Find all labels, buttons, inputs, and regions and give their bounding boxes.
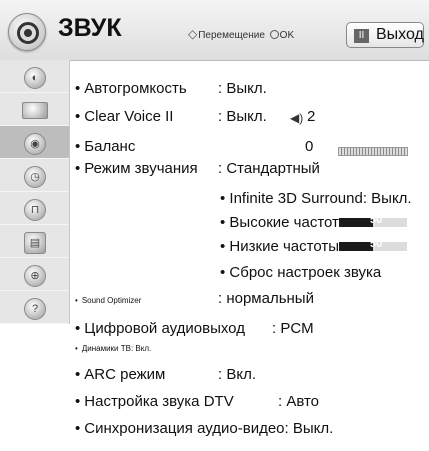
menu-item-dtv-sound[interactable]: • Настройка звука DTV (75, 393, 234, 410)
options-icon: ▤ (24, 232, 46, 254)
clear-voice-label: Clear Voice II (84, 108, 174, 125)
sidebar-item-help[interactable]: ? (0, 291, 69, 324)
sound-mode-label: Режим звучания (84, 160, 198, 177)
sidebar-item-network[interactable]: ⊕ (0, 258, 69, 291)
menu-item-balance[interactable]: • Баланс (75, 138, 135, 155)
clear-voice-level: 2 (307, 108, 316, 125)
auto-volume-label: Автогромкость (84, 80, 187, 97)
submenu-reset[interactable]: • Сброс настроек звука (220, 264, 381, 281)
menu-item-sound-mode[interactable]: • Режим звучания (75, 160, 198, 177)
exit-button[interactable]: II Выход (346, 22, 424, 48)
arrows-icon: ◇ (188, 27, 198, 41)
treble-bar-fill (339, 218, 373, 227)
screen-icon (22, 102, 48, 119)
tv-speakers-label: Динамики ТВ: Вкл. (81, 344, 152, 353)
sound-mode-value: : Стандартный (218, 160, 320, 177)
sidebar-item-lock[interactable]: ⊓ (0, 192, 69, 225)
sound-optimizer-value: : нормальный (218, 290, 314, 307)
menu-item-sound-optimizer[interactable]: • Sound Optimizer (75, 296, 141, 305)
sidebar-item-sound[interactable]: ◉ (0, 126, 69, 159)
ok-icon (269, 30, 279, 39)
sidebar-item-options[interactable]: ▤ (0, 225, 69, 258)
exit-label: Выход (376, 26, 424, 43)
digital-out-label: Цифровой аудиовыход (84, 320, 245, 337)
nav-hint-ok: OK (279, 30, 295, 41)
voice-icon: ◀) (290, 111, 304, 125)
sidebar-item-time[interactable]: ◷ (0, 159, 69, 192)
menu-item-auto-volume[interactable]: • Автогромкость (75, 80, 187, 97)
menu-item-av-sync[interactable]: • Синхронизация аудио-видео: Выкл. (75, 420, 333, 437)
sound-optimizer-label: Sound Optimizer (81, 296, 142, 305)
lock-icon: ⊓ (24, 199, 46, 221)
submenu-surround[interactable]: • Infinite 3D Surround: Выкл. (220, 190, 412, 207)
menu-item-arc[interactable]: • ARC режим (75, 366, 165, 383)
picture-icon: ◐ (24, 67, 46, 89)
page-title: ЗВУК (58, 14, 122, 42)
arc-value: : Вкл. (218, 366, 256, 383)
balance-value: 0 (305, 138, 314, 155)
submenu-bass[interactable]: • Низкие частоты (220, 238, 339, 255)
dtv-sound-value: : Авто (278, 393, 320, 410)
menu-item-clear-voice[interactable]: • Clear Voice II (75, 108, 173, 125)
auto-volume-value: : Выкл. (218, 80, 267, 97)
digital-out-value: : PCM (272, 320, 314, 337)
clock-icon: ◷ (24, 166, 46, 188)
navigation-hint: ◇Перемещение OK (188, 27, 294, 41)
sidebar-item-picture[interactable]: ◐ (0, 60, 69, 93)
network-icon: ⊕ (24, 265, 46, 287)
menu-item-tv-speakers[interactable]: • Динамики ТВ: Вкл. (75, 344, 151, 353)
menu-item-digital-out[interactable]: • Цифровой аудиовыход (75, 320, 245, 337)
balance-label: Баланс (84, 138, 136, 155)
speaker-sound-icon: ◉ (24, 133, 46, 155)
menu-header: ЗВУК ◇Перемещение OK II Выход (0, 0, 429, 61)
speaker-sound-icon (8, 13, 46, 51)
bass-bar-fill (339, 242, 373, 251)
clear-voice-value: : Выкл. (218, 108, 267, 125)
treble-value: 50 (370, 214, 383, 226)
submenu-treble[interactable]: • Высокие частоты (220, 214, 350, 231)
arc-label: ARC режим (84, 366, 166, 383)
sidebar-item-screen[interactable] (0, 93, 69, 126)
dtv-sound-label: Настройка звука DTV (84, 393, 234, 410)
av-sync-label: Синхронизация аудио-видео: Выкл. (84, 420, 334, 437)
balance-slider[interactable] (338, 147, 408, 156)
sidebar: ◐ ◉ ◷ ⊓ ▤ ⊕ ? (0, 60, 70, 324)
exit-icon: II (354, 29, 369, 43)
bass-value: 50 (370, 238, 383, 250)
nav-hint-move: Перемещение (198, 30, 265, 41)
help-icon: ? (24, 298, 46, 320)
